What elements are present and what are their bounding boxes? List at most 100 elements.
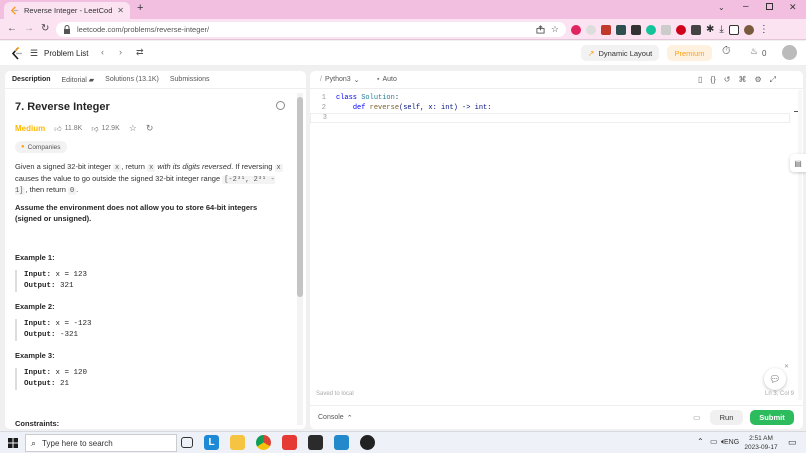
close-feedback-icon[interactable]: ✕ (784, 363, 789, 370)
adblock-extension-icon[interactable] (571, 24, 581, 35)
file-explorer-icon[interactable] (230, 435, 245, 450)
editor-toolbar: / Python3 ⌄ ▪ Auto ▯ {} ↺ ⌘ ⚙ ⤢ (310, 71, 803, 89)
close-window-button[interactable]: ✕ (789, 2, 797, 13)
grammarly-extension-icon[interactable] (646, 24, 656, 35)
reset-icon[interactable]: ↺ (724, 75, 731, 85)
clock[interactable]: 2:51 AM 2023-09-17 (744, 435, 778, 452)
minimize-window-button[interactable]: – (743, 1, 749, 12)
back-arrow-icon[interactable]: ← (7, 23, 17, 34)
browser-tab[interactable]: Reverse Integer - LeetCode ✕ (4, 2, 130, 19)
streak-fire-icon[interactable]: ♨ (750, 46, 758, 57)
dislike-button[interactable]: 👎︎ 12.9K (91, 124, 119, 133)
notes-icon[interactable]: ▭ (693, 413, 701, 422)
download-icon[interactable]: ⤓ (719, 24, 723, 35)
description-scrollbar-thumb[interactable] (297, 97, 303, 297)
like-button[interactable]: 👍︎ 11.8K (54, 124, 82, 133)
taskbar-search[interactable]: ⌕ Type here to search (25, 434, 177, 452)
problem-list-link[interactable]: Problem List (44, 49, 88, 58)
extension-icon[interactable] (676, 24, 686, 35)
language-indicator[interactable]: ENG (724, 439, 739, 446)
problem-list-icon[interactable]: ☰ (30, 48, 38, 59)
favorite-star-icon[interactable]: ☆ (129, 123, 137, 134)
app-red-icon[interactable] (282, 435, 297, 450)
tab-description[interactable]: Description (12, 76, 51, 83)
task-view-icon[interactable] (181, 437, 193, 448)
layout-icon: ↗ (587, 48, 595, 58)
extension-icon[interactable] (631, 24, 641, 35)
code-area[interactable]: 1 class Solution: 2 def reverse(self, x: … (310, 94, 790, 123)
notifications-icon[interactable]: ▭ (788, 437, 797, 448)
settings-gear-icon[interactable]: ⚙ (754, 75, 761, 85)
console-toggle[interactable]: Console ⌃ (318, 414, 353, 422)
share-icon[interactable] (536, 25, 545, 34)
submit-button[interactable]: Submit (750, 410, 794, 425)
close-tab-icon[interactable]: ✕ (117, 6, 124, 15)
output-value: -321 (60, 331, 79, 339)
function-token: reverse (369, 103, 400, 112)
tab-search-chevron-icon[interactable]: ⌄ (718, 3, 725, 12)
restore-window-button[interactable] (766, 3, 773, 10)
tab-submissions[interactable]: Submissions (170, 76, 210, 83)
chevron-down-icon: ⌄ (353, 77, 360, 84)
vscode-icon[interactable] (334, 435, 349, 450)
chevron-up-icon[interactable]: ⌃ (697, 437, 704, 446)
forward-arrow-icon[interactable]: → (24, 23, 34, 34)
companies-label: Companies (27, 143, 61, 151)
feedback-chat-button[interactable]: 💬︎ (764, 368, 786, 390)
mail-extension-icon[interactable] (601, 24, 611, 35)
address-bar[interactable]: leetcode.com/problems/reverse-integer/ ☆ (56, 22, 566, 37)
premium-button[interactable]: Premium (667, 45, 712, 61)
search-placeholder: Type here to search (42, 438, 113, 448)
dynamic-layout-button[interactable]: ↗ Dynamic Layout (581, 45, 659, 61)
windows-start-icon[interactable] (8, 438, 18, 448)
fullscreen-icon[interactable]: ⤢ (770, 75, 776, 85)
editor-bottom-bar: Console ⌃ ▭ Run Submit (310, 405, 803, 429)
prev-problem-icon[interactable]: ‹ (101, 47, 104, 57)
timer-icon[interactable]: ⏱ (722, 45, 731, 58)
extension-icon[interactable] (661, 24, 671, 35)
leetcode-logo-icon[interactable] (11, 47, 23, 60)
shuffle-icon[interactable]: ⇄ (136, 47, 144, 58)
example-2: Example 2: Input: x = -123 Output: -321 (15, 302, 92, 341)
chrome-icon[interactable] (256, 435, 271, 450)
next-problem-icon[interactable]: › (119, 47, 122, 57)
puzzle-extensions-icon[interactable]: ✱ (706, 24, 714, 35)
desc-text: . If reversing (231, 162, 273, 171)
new-tab-button[interactable]: + (137, 2, 143, 14)
share-icon[interactable]: ↻ (146, 123, 154, 134)
example-title: Example 1: (15, 253, 55, 262)
app-black-icon[interactable] (360, 435, 375, 450)
profile-avatar[interactable] (743, 24, 754, 35)
terminal-icon[interactable] (308, 435, 323, 450)
example-title: Example 3: (15, 351, 55, 360)
taskbar-apps: L (181, 435, 375, 450)
tab-editorial[interactable]: Editorial ▰ (62, 76, 95, 84)
console-label: Console (318, 414, 344, 421)
extension-icon[interactable] (691, 24, 701, 35)
leetcode-favicon-icon (10, 6, 19, 15)
editor-actions: ▯ {} ↺ ⌘ ⚙ ⤢ (698, 75, 776, 85)
language-select[interactable]: / Python3 ⌄ (320, 76, 360, 84)
network-icon[interactable]: ▭ (710, 437, 718, 446)
editor-scrollbar[interactable] (798, 90, 802, 400)
braces-icon[interactable]: {} (710, 75, 715, 85)
shortcuts-icon[interactable]: ⌘ (738, 75, 746, 85)
app-l-icon[interactable]: L (204, 435, 219, 450)
run-button[interactable]: Run (710, 410, 743, 425)
bookmark-icon[interactable]: ▯ (698, 75, 702, 85)
side-panel-icon[interactable] (728, 24, 739, 35)
reload-icon[interactable]: ↻ (41, 23, 49, 34)
user-avatar[interactable] (782, 45, 797, 60)
extension-icon[interactable] (586, 24, 596, 35)
leetcode-header: ☰ Problem List ‹ › ⇄ ↗ Dynamic Layout Pr… (0, 41, 806, 66)
output-label: Output: (24, 282, 56, 290)
side-notes-tab[interactable]: ▤ (790, 154, 806, 172)
browser-menu-icon[interactable]: ⋮ (759, 24, 769, 35)
bookmark-star-icon[interactable]: ☆ (551, 24, 559, 35)
companies-tag[interactable]: ● Companies (15, 141, 67, 153)
info-icon[interactable] (276, 101, 285, 110)
extension-icon[interactable] (616, 24, 626, 35)
desc-text: , (25, 185, 28, 194)
autocomplete-toggle[interactable]: ▪ Auto (377, 76, 397, 83)
tab-solutions[interactable]: Solutions (13.1K) (105, 76, 159, 83)
